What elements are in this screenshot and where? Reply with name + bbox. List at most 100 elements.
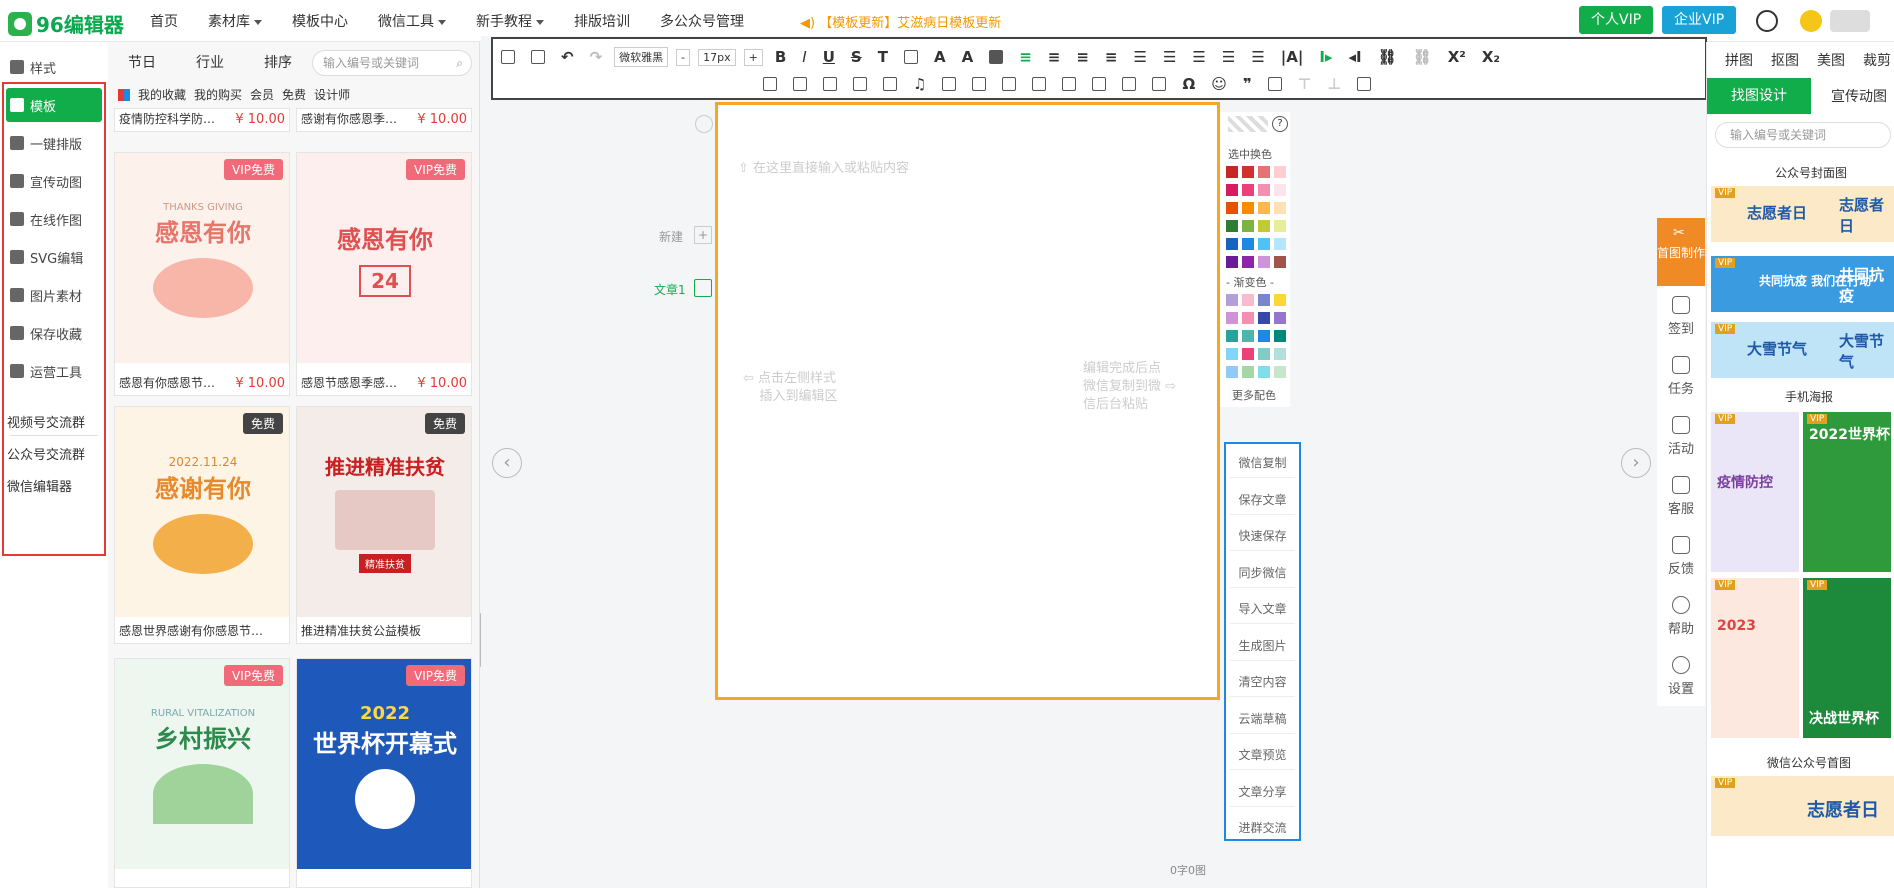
sync-wechat-button[interactable]: 同步微信 <box>1230 558 1295 588</box>
color-swatch[interactable] <box>1226 166 1238 178</box>
join-group-button[interactable]: 进群交流 <box>1230 813 1295 843</box>
gradient-swatch[interactable] <box>1258 294 1270 306</box>
gradient-swatch[interactable] <box>1226 366 1238 378</box>
style-copy-icon[interactable] <box>1267 77 1282 91</box>
new-article-label[interactable]: 新建 <box>659 228 683 245</box>
quote-icon[interactable]: ❞ <box>1243 75 1252 93</box>
gradient-swatch[interactable] <box>1242 312 1254 324</box>
color-swatch[interactable] <box>1274 238 1286 250</box>
tab-festival[interactable]: 节日 <box>108 52 176 72</box>
gradient-swatch[interactable] <box>1274 348 1286 360</box>
sidebar-item-svg[interactable]: SVG编辑 <box>6 240 102 274</box>
gradient-swatch[interactable] <box>1258 348 1270 360</box>
link-account-group[interactable]: 公众号交流群 <box>7 444 85 463</box>
avatar[interactable] <box>1800 10 1822 32</box>
template-card[interactable]: THANKS GIVING 感恩有你 VIP免费 感恩有你感恩节… ¥ 10.0… <box>114 152 290 396</box>
template-search-input[interactable]: 输入编号或关键词 ⌕ <box>312 50 472 76</box>
doc-icon[interactable] <box>531 50 545 64</box>
color-swatch[interactable] <box>1274 256 1286 268</box>
paragraph-spacing-icon[interactable]: ☰ <box>1192 48 1205 66</box>
align-center-icon[interactable]: ≡ <box>1048 48 1061 66</box>
gradient-swatch[interactable] <box>1274 366 1286 378</box>
gradient-swatch[interactable] <box>1226 294 1238 306</box>
gradient-swatch[interactable] <box>1242 348 1254 360</box>
template-card[interactable]: 2022 世界杯开幕式 VIP免费 <box>296 658 472 888</box>
format-painter-icon[interactable] <box>1092 77 1107 91</box>
sidebar-item-template[interactable]: 模板 <box>6 88 102 122</box>
ltr-icon[interactable]: I▸ <box>1319 48 1332 66</box>
bold-icon[interactable]: B <box>775 48 786 66</box>
highlight-icon[interactable] <box>989 50 1004 64</box>
cloud-draft-button[interactable]: 云端草稿 <box>1230 704 1295 734</box>
color-swatch[interactable] <box>1242 202 1254 214</box>
nav-item-training[interactable]: 排版培训 <box>574 11 630 31</box>
underline-icon[interactable]: U <box>823 48 835 66</box>
quick-save-button[interactable]: 快速保存 <box>1230 521 1295 551</box>
link-wechat-editor[interactable]: 微信编辑器 <box>7 476 72 495</box>
task-button[interactable]: 任务 <box>1657 356 1705 397</box>
line-height-icon[interactable]: ☰ <box>1163 48 1176 66</box>
selected-recolor-label[interactable]: 选中换色 <box>1228 146 1272 162</box>
color-swatch[interactable] <box>1258 256 1270 268</box>
color-swatch[interactable] <box>1226 184 1238 196</box>
template-card[interactable]: 感恩有你 24 VIP免费 感恩节感恩季感… ¥ 10.00 <box>296 152 472 396</box>
tab-promo-gif[interactable]: 宣传动图 <box>1831 86 1887 106</box>
text-box-icon[interactable] <box>903 50 918 64</box>
rtl-icon[interactable]: ◂I <box>1348 48 1361 66</box>
logo[interactable]: 96编辑器 <box>8 9 124 38</box>
activity-button[interactable]: 活动 <box>1657 416 1705 457</box>
update-notice[interactable]: ◀) 【模板更新】艾滋病日模板更新 <box>800 12 1001 31</box>
insert-below-icon[interactable]: ⊥ <box>1327 75 1341 93</box>
wechat-copy-button[interactable]: 微信复制 <box>1230 448 1295 478</box>
tab-sort[interactable]: 排序 <box>244 52 312 72</box>
help-button[interactable]: 帮助 <box>1657 596 1705 637</box>
cover-design-button[interactable]: ✂ 首图制作 <box>1657 218 1705 286</box>
nav-item-tutorial[interactable]: 新手教程 <box>476 11 544 31</box>
color-swatch[interactable] <box>1242 166 1254 178</box>
gradient-swatch[interactable] <box>1274 330 1286 342</box>
message-icon[interactable] <box>1756 10 1778 32</box>
gradient-swatch[interactable] <box>1258 312 1270 324</box>
color-swatch[interactable] <box>1226 202 1238 214</box>
poster-thumbnail[interactable]: VIP 2023 <box>1711 578 1799 738</box>
ordered-list-icon[interactable]: ☰ <box>1251 48 1264 66</box>
personal-vip-button[interactable]: 个人VIP <box>1579 6 1654 34</box>
sidebar-item-online-design[interactable]: 在线作图 <box>6 202 102 236</box>
import-article-button[interactable]: 导入文章 <box>1230 594 1295 624</box>
checklist-icon[interactable] <box>1002 77 1017 91</box>
unlink-icon[interactable]: ⛓ <box>1413 48 1432 66</box>
gradient-swatch[interactable] <box>1226 312 1238 324</box>
color-swatch[interactable] <box>1274 202 1286 214</box>
sidebar-item-images[interactable]: 图片素材 <box>6 278 102 312</box>
eraser-icon[interactable] <box>1032 77 1047 91</box>
tab-industry[interactable]: 行业 <box>176 52 244 72</box>
indent-icon[interactable]: ☰ <box>1134 48 1147 66</box>
emoji-icon[interactable]: ☺ <box>1211 75 1227 93</box>
transparent-swatch[interactable] <box>1228 116 1268 132</box>
gradient-swatch[interactable] <box>1258 366 1270 378</box>
fullscreen-icon[interactable] <box>1357 77 1372 91</box>
color-swatch[interactable] <box>1242 256 1254 268</box>
cover-thumbnail[interactable]: VIP 志愿者日 志愿者日 <box>1711 186 1894 242</box>
image-icon[interactable] <box>823 77 837 91</box>
template-card[interactable]: 推进精准扶贫 精准扶贫 免费 推进精准扶贫公益模板 <box>296 406 472 644</box>
gradient-swatch[interactable] <box>1258 330 1270 342</box>
enterprise-vip-button[interactable]: 企业VIP <box>1662 6 1737 34</box>
gradient-swatch[interactable] <box>1242 366 1254 378</box>
multi-image-icon[interactable] <box>853 77 867 91</box>
divider-icon[interactable] <box>1152 77 1167 91</box>
poster-thumbnail[interactable]: VIP 2022世界杯 <box>1803 412 1891 572</box>
font-family-select[interactable]: 微软雅黑 <box>614 47 669 67</box>
font-color-icon[interactable]: A <box>934 48 946 66</box>
table-icon[interactable] <box>793 77 807 91</box>
omega-icon[interactable]: Ω <box>1182 75 1195 93</box>
template-card[interactable]: RURAL VITALIZATION 乡村振兴 VIP免费 <box>114 658 290 888</box>
filter-member[interactable]: 会员 <box>250 86 274 103</box>
nav-item-home[interactable]: 首页 <box>150 11 178 31</box>
tab-cutout[interactable]: 抠图 <box>1771 50 1799 70</box>
sidebar-item-favorites[interactable]: 保存收藏 <box>6 316 102 350</box>
background-pattern-icon[interactable] <box>763 77 777 91</box>
checkin-button[interactable]: 签到 <box>1657 296 1705 337</box>
strikethrough-icon[interactable]: S <box>851 48 862 66</box>
prev-arrow-icon[interactable]: ‹ <box>492 448 522 478</box>
